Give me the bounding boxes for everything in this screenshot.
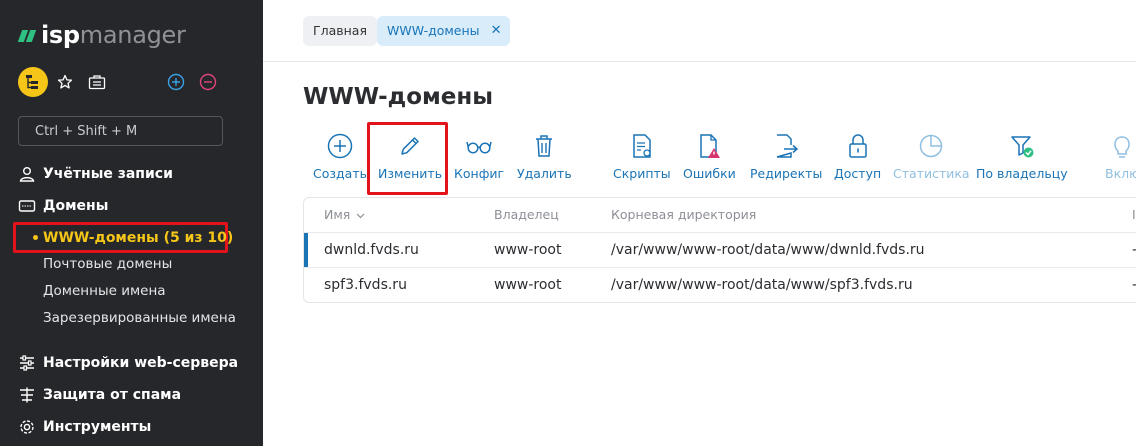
scripts-label: Скрипты <box>613 166 671 181</box>
avatar[interactable] <box>18 67 48 97</box>
nav-domains[interactable]: Домены <box>18 195 108 217</box>
main-content: Главная WWW-домены ✕ WWW-домены Создать … <box>263 0 1136 446</box>
cell-root: /var/www/www-root/data/www/spf3.fvds.ru <box>611 277 913 293</box>
redirects-label: Редиректы <box>750 166 823 181</box>
column-header-name[interactable]: Имя <box>324 198 365 232</box>
errors-button[interactable]: Ошибки <box>683 132 736 184</box>
table-row[interactable]: spf3.fvds.ru www-root /var/www/www-root/… <box>304 267 1136 302</box>
column-header-root[interactable]: Корневая директория <box>611 198 756 232</box>
trash-icon <box>517 132 572 160</box>
statistics-label: Статистика <box>893 166 970 181</box>
sliders-icon <box>18 354 36 372</box>
create-label: Создать <box>313 166 367 181</box>
errors-label: Ошибки <box>683 166 736 181</box>
include-label: Вклю <box>1105 166 1136 181</box>
nav-webserver-settings[interactable]: Настройки web-сервера <box>18 352 238 374</box>
column-header-name-label: Имя <box>324 207 351 222</box>
column-header-owner[interactable]: Владелец <box>494 198 559 232</box>
config-label: Конфиг <box>454 166 505 181</box>
star-icon[interactable] <box>55 72 75 92</box>
scripts-button[interactable]: Скрипты <box>613 132 671 184</box>
sidebar-item-www-domains[interactable]: WWW-домены (5 из 10) <box>43 227 233 249</box>
breadcrumb-current[interactable]: WWW-домены ✕ <box>377 16 510 46</box>
logo-text-bold: isp <box>41 21 80 49</box>
expand-all-icon[interactable] <box>166 72 186 92</box>
filter-check-icon <box>976 132 1068 160</box>
briefcase-icon[interactable] <box>87 72 107 92</box>
domains-table: Имя Владелец Корневая директория I dwnld… <box>303 197 1136 303</box>
cell-owner: www-root <box>494 242 562 258</box>
by-owner-button[interactable]: По владельцу <box>976 132 1068 184</box>
create-button[interactable]: Создать <box>313 132 367 184</box>
lock-icon <box>834 132 881 160</box>
redirect-file-icon <box>750 132 822 160</box>
sidebar-item-mail-domains[interactable]: Почтовые домены <box>43 254 172 274</box>
cell-name: dwnld.fvds.ru <box>324 242 419 258</box>
statistics-button[interactable]: Статистика <box>893 132 970 184</box>
sidebar-item-domain-names[interactable]: Доменные имена <box>43 281 166 301</box>
bulb-icon <box>1105 132 1136 160</box>
glasses-icon <box>454 132 504 160</box>
menu-search-input[interactable] <box>18 116 223 146</box>
nav-domains-label: Домены <box>43 198 109 214</box>
edit-label: Изменить <box>378 166 443 181</box>
delete-label: Удалить <box>517 166 572 181</box>
breadcrumb-current-label: WWW-домены <box>387 23 480 38</box>
nav-accounts[interactable]: Учётные записи <box>18 163 173 185</box>
cell-root: /var/www/www-root/data/www/dwnld.fvds.ru <box>611 242 925 258</box>
table-row[interactable]: dwnld.fvds.ru www-root /var/www/www-root… <box>304 232 1136 268</box>
cell-extra: - <box>1132 268 1136 302</box>
edit-button[interactable]: Изменить <box>378 132 442 184</box>
close-icon[interactable]: ✕ <box>491 16 502 46</box>
pie-chart-icon <box>893 132 970 160</box>
script-file-icon <box>613 132 671 160</box>
sidebar-item-reserved-names[interactable]: Зарезервированные имена <box>43 308 236 328</box>
page-title: WWW-домены <box>303 84 494 110</box>
include-button[interactable]: Вклю <box>1105 132 1136 184</box>
nav-webserver-label: Настройки web-сервера <box>43 355 239 371</box>
nav-spam-label: Защита от спама <box>43 387 182 403</box>
pencil-icon <box>378 132 442 160</box>
plus-circle-icon <box>313 132 367 160</box>
delete-button[interactable]: Удалить <box>517 132 572 184</box>
cell-owner: www-root <box>494 277 562 293</box>
chevron-down-icon <box>356 199 365 233</box>
redirects-button[interactable]: Редиректы <box>750 132 822 184</box>
nav-tools-label: Инструменты <box>43 419 152 435</box>
gear-icon <box>18 418 36 436</box>
logo-text-light: manager <box>79 21 186 49</box>
nav-tools[interactable]: Инструменты <box>18 416 151 438</box>
user-icon <box>18 165 36 183</box>
access-button[interactable]: Доступ <box>834 132 881 184</box>
app-window: ispmanager Ctrl + Shift + M Учётные запи… <box>0 0 1136 446</box>
error-file-icon <box>683 132 736 160</box>
cell-extra: - <box>1132 233 1136 268</box>
logo-mark-icon <box>17 28 38 42</box>
domain-icon <box>18 197 36 215</box>
sidebar-toolbar <box>18 67 228 97</box>
logo[interactable]: ispmanager <box>17 20 186 50</box>
active-bullet <box>33 235 38 240</box>
tree-icon <box>26 75 38 89</box>
cell-name: spf3.fvds.ru <box>324 277 407 293</box>
access-label: Доступ <box>834 166 882 181</box>
nav-accounts-label: Учётные записи <box>43 166 173 182</box>
by-owner-label: По владельцу <box>976 166 1068 181</box>
column-header-extra[interactable]: I <box>1132 198 1136 232</box>
nav-spam-protection[interactable]: Защита от спама <box>18 384 181 406</box>
breadcrumb-home[interactable]: Главная <box>303 16 377 46</box>
collapse-all-icon[interactable] <box>198 72 218 92</box>
spam-filter-icon <box>18 386 36 404</box>
config-button[interactable]: Конфиг <box>454 132 504 184</box>
sidebar: ispmanager Ctrl + Shift + M Учётные запи… <box>0 0 263 446</box>
breadcrumb: Главная WWW-домены ✕ <box>263 0 1136 62</box>
